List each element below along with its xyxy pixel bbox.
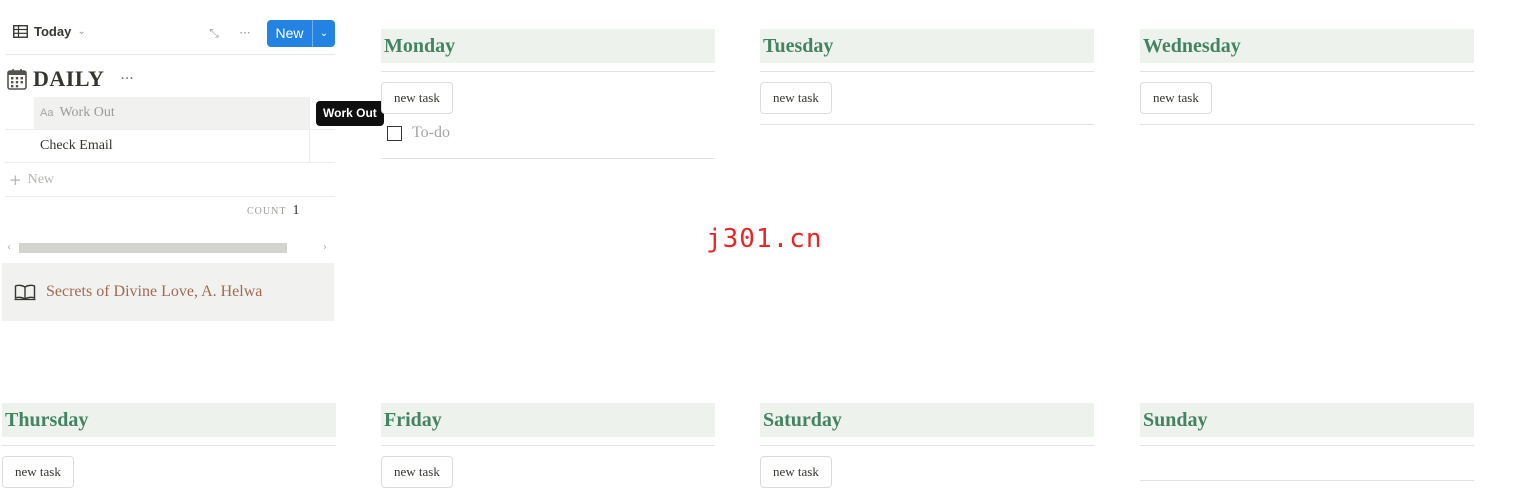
page-title: DAILY [33,66,105,91]
new-task-button[interactable]: new task [2,456,74,488]
table-icon [13,25,28,38]
chevron-down-icon: ⌄ [77,26,86,37]
divider [760,445,1094,446]
new-task-button[interactable]: new task [760,456,832,488]
add-row-button[interactable]: + New [9,171,54,189]
row-title-cell[interactable]: Aa Work Out [34,97,310,129]
day-tuesday: Tuesday new task [760,29,1094,125]
divider [381,158,715,159]
callout-block: Secrets of Divine Love, A. Helwa [2,263,334,321]
chevron-down-icon[interactable]: ⌄ [313,20,335,47]
divider [381,445,715,446]
count-value: 1 [292,203,300,218]
expand-icon[interactable]: ⤡ [205,24,223,42]
divider [381,71,715,72]
todo-placeholder[interactable]: To-do [412,124,450,142]
day-heading: Monday [381,29,715,63]
callout-text: Secrets of Divine Love, A. Helwa [46,283,263,300]
view-label: Today [34,24,72,39]
more-icon[interactable]: ··· [236,24,254,42]
day-heading: Wednesday [1140,29,1474,63]
row-title-cell[interactable]: Check Email [34,130,310,162]
more-icon[interactable]: ··· [120,71,133,87]
day-heading: Friday [381,403,715,437]
view-selector[interactable]: Today ⌄ [13,24,86,39]
count-summary: COUNT 1 [247,203,299,219]
add-row-label: New [27,172,55,187]
day-wednesday: Wednesday new task [1140,29,1474,125]
horizontal-scrollbar[interactable]: ‹ › [5,240,335,256]
day-thursday: Thursday new task [2,403,336,488]
divider [1140,71,1474,72]
new-task-button[interactable]: new task [381,82,453,114]
count-label: COUNT [247,206,287,217]
divider [2,445,336,446]
tooltip: Work Out [316,101,384,126]
table-row[interactable]: Check Email [5,130,335,163]
database-title: DAILY ··· [7,66,134,92]
new-task-button[interactable]: new task [381,456,453,488]
divider [1140,124,1474,125]
new-task-button[interactable]: new task [1140,82,1212,114]
plus-icon: + [9,171,22,189]
todo-item: To-do [381,122,715,144]
divider [5,54,335,55]
scrollbar-thumb[interactable] [19,243,287,253]
calendar-icon [7,69,27,90]
row-title: Work Out [59,105,115,120]
new-task-button[interactable]: new task [760,82,832,114]
empty-space [1140,446,1474,480]
day-sunday: Sunday [1140,403,1474,481]
day-friday: Friday new task [381,403,715,488]
scroll-right-icon[interactable]: › [323,240,327,256]
divider [760,71,1094,72]
text-property-icon: Aa [40,107,54,119]
day-heading: Tuesday [760,29,1094,63]
row-title: Check Email [40,138,113,153]
checkbox[interactable] [387,125,402,141]
divider [760,124,1094,125]
day-heading: Saturday [760,403,1094,437]
add-row[interactable]: + New [5,163,335,197]
day-saturday: Saturday new task [760,403,1094,488]
database-toolbar: Today ⌄ ⤡ ··· New ⌄ [5,18,335,48]
book-icon [14,284,36,301]
day-heading: Thursday [2,403,336,437]
table-row[interactable]: Aa Work Out [5,97,335,130]
divider [1140,480,1474,481]
watermark: j301.cn [706,224,823,254]
day-heading: Sunday [1140,403,1474,437]
new-button-label: New [267,20,313,47]
new-button[interactable]: New ⌄ [267,20,335,47]
scroll-left-icon[interactable]: ‹ [7,240,11,256]
day-monday: Monday new task To-do [381,29,715,159]
